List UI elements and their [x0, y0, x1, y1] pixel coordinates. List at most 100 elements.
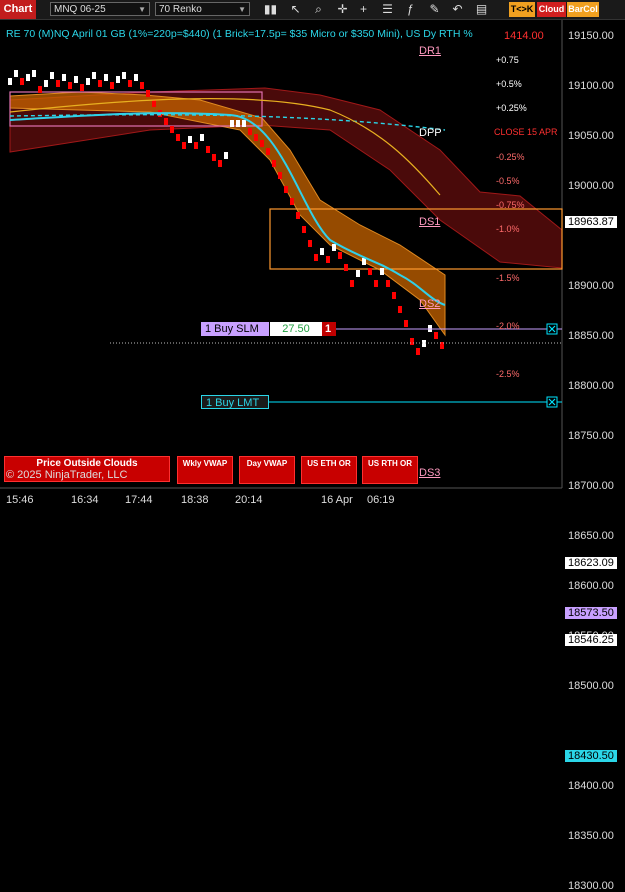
time-label: 06:19: [367, 494, 395, 506]
strategy-icon[interactable]: ☰: [380, 2, 395, 17]
copyright-text: © 2025 NinjaTrader, LLC: [6, 469, 128, 481]
close-label: CLOSE 15 APR: [494, 127, 558, 137]
renko-brick: [404, 320, 408, 327]
chart-title: Chart: [0, 0, 36, 19]
undo-icon[interactable]: ↶: [450, 2, 465, 17]
renko-brick: [188, 136, 192, 143]
wkly-vwap-panel: Wkly VWAP: [177, 456, 233, 484]
price-tick: 18350.00: [568, 830, 614, 842]
renko-brick: [170, 126, 174, 133]
renko-brick: [38, 86, 42, 93]
pct-label: -1.0%: [496, 224, 520, 234]
renko-brick: [284, 186, 288, 193]
renko-brick: [290, 198, 294, 205]
price-tick: 18900.00: [568, 280, 614, 292]
indicator-icon[interactable]: ƒ: [403, 2, 418, 17]
renko-brick: [278, 172, 282, 179]
renko-brick: [332, 244, 336, 251]
buy-slm-qty[interactable]: 1: [322, 322, 336, 336]
price-tick: 18800.00: [568, 380, 614, 392]
renko-brick: [272, 160, 276, 167]
cursor-icon[interactable]: ↖: [288, 2, 303, 17]
renko-brick: [338, 252, 342, 259]
renko-brick: [248, 128, 252, 135]
renko-brick: [392, 292, 396, 299]
renko-brick: [182, 142, 186, 149]
renko-brick: [410, 338, 414, 345]
renko-brick: [218, 160, 222, 167]
close-lmt-order: [546, 396, 558, 408]
renko-brick: [98, 80, 102, 87]
ds3-label: DS3: [419, 467, 441, 479]
dr1-label: DR1: [419, 45, 442, 57]
renko-brick: [230, 120, 234, 127]
chart-canvas[interactable]: [0, 0, 625, 514]
time-label: 20:14: [235, 494, 263, 506]
instrument-select[interactable]: MNQ 06-25 ▼: [50, 2, 150, 16]
ichimoku-clouds: [9, 87, 563, 337]
renko-brick: [140, 82, 144, 89]
renko-brick: [104, 74, 108, 81]
renko-brick: [206, 146, 210, 153]
renko-brick: [176, 134, 180, 141]
price-tick: 18300.00: [568, 880, 614, 892]
pct-label: +0.75: [496, 55, 519, 65]
cloud-button[interactable]: Cloud: [537, 2, 566, 17]
price-tick: 18850.00: [568, 330, 614, 342]
drawing-icon[interactable]: ✎: [427, 2, 442, 17]
buy-slm-price[interactable]: 27.50: [270, 322, 322, 336]
us-rth-or-panel: US RTH OR: [362, 456, 418, 484]
pct-label: -2.5%: [496, 369, 520, 379]
price-tick: 19100.00: [568, 80, 614, 92]
pct-label: -1.5%: [496, 273, 520, 283]
bar-type-select[interactable]: 70 Renko ▼: [155, 2, 250, 16]
time-label: 16:34: [71, 494, 99, 506]
renko-brick: [386, 280, 390, 287]
renko-brick: [134, 74, 138, 81]
renko-brick: [86, 78, 90, 85]
renko-brick: [56, 80, 60, 87]
renko-brick: [32, 70, 36, 77]
corner-price: 1414.00: [504, 30, 544, 42]
renko-brick: [110, 82, 114, 89]
renko-brick: [62, 74, 66, 81]
renko-brick: [308, 240, 312, 247]
renko-brick: [242, 120, 246, 127]
bars-icon[interactable]: ▮▮: [263, 2, 278, 17]
buy-slm-order[interactable]: 1 Buy SLM: [201, 322, 269, 336]
pct-label: +0.25%: [496, 103, 527, 113]
renko-brick: [296, 212, 300, 219]
renko-brick: [314, 254, 318, 261]
price-marker: 18573.50: [565, 606, 617, 619]
renko-brick: [164, 118, 168, 125]
price-tick: 19150.00: [568, 30, 614, 42]
tk-button[interactable]: T<>K: [509, 2, 535, 17]
renko-brick: [224, 152, 228, 159]
chart-toolbar: Chart MNQ 06-25 ▼ 70 Renko ▼ ▮▮ ↖ ⌕ ✛ + …: [0, 0, 625, 20]
price-tick: 18500.00: [568, 680, 614, 692]
price-tick: 18600.00: [568, 580, 614, 592]
price-marker: 18623.09: [565, 556, 617, 569]
properties-icon[interactable]: ▤: [474, 2, 489, 17]
indicator-info-line: RE 70 (M)NQ April 01 GB (1%=220p=$440) (…: [6, 28, 473, 40]
renko-brick: [326, 256, 330, 263]
renko-brick: [320, 248, 324, 255]
price-tick: 19050.00: [568, 130, 614, 142]
buy-lmt-order[interactable]: 1 Buy LMT: [201, 395, 269, 409]
renko-brick: [350, 280, 354, 287]
price-tick: 19000.00: [568, 180, 614, 192]
renko-brick: [212, 154, 216, 161]
renko-brick: [80, 84, 84, 91]
renko-brick: [356, 270, 360, 277]
plus-icon[interactable]: +: [356, 2, 371, 17]
price-marker: 18963.87: [565, 216, 617, 229]
pct-label: -2.0%: [496, 321, 520, 331]
crosshair-icon[interactable]: ✛: [335, 2, 350, 17]
barcol-button[interactable]: BarCol: [567, 2, 599, 17]
zoom-icon[interactable]: ⌕: [311, 2, 326, 17]
renko-brick: [128, 80, 132, 87]
renko-brick: [398, 306, 402, 313]
renko-brick: [50, 72, 54, 79]
renko-brick: [146, 90, 150, 97]
renko-brick: [302, 226, 306, 233]
